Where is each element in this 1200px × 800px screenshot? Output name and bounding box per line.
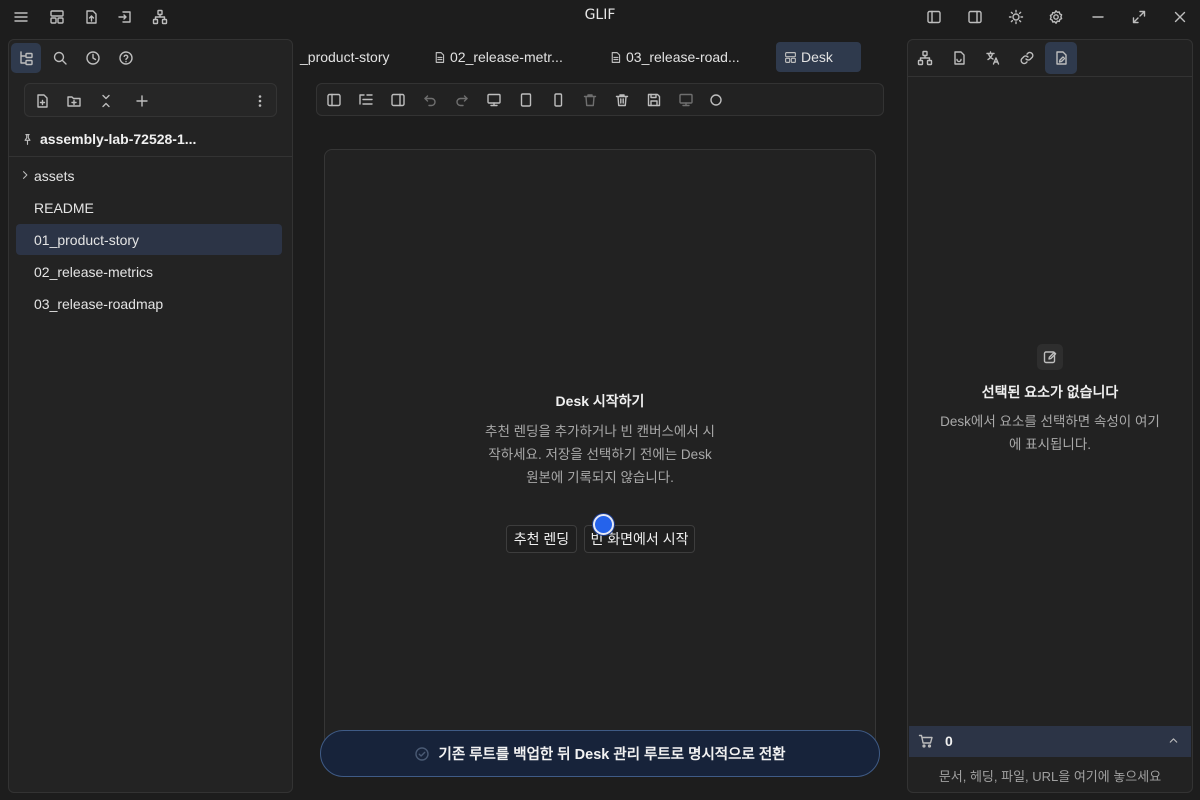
left-sidebar: assembly-lab-72528-1... assets README 01… <box>8 39 293 793</box>
document-icon <box>609 51 622 64</box>
tree-item-label: 02_release-metrics <box>34 263 154 280</box>
description-line: 에 표시됩니다. <box>1008 437 1092 452</box>
tree-item-label: README <box>34 199 94 216</box>
tree-item-01-product-story[interactable]: 01_product-story <box>16 224 282 255</box>
editor-toolbar <box>316 83 884 116</box>
split-icon[interactable] <box>390 92 406 108</box>
inspector-empty-description: Desk에서 요소를 선택하면 속성이 여기 에 표시됩니다. <box>930 410 1170 456</box>
tab-03-release-roadmap[interactable]: 03_release-road... <box>609 42 740 72</box>
tree-item-label: 03_release-roadmap <box>34 295 164 312</box>
maximize-icon[interactable] <box>1130 8 1148 26</box>
structure-icon <box>917 50 933 66</box>
redo-icon[interactable] <box>454 92 470 108</box>
structure-tab[interactable] <box>909 42 941 74</box>
cart-icon <box>918 733 934 749</box>
empty-state-description: 추천 렌딩을 추가하거나 빈 캔버스에서 시 작하세요. 저장을 선택하기 전에… <box>480 420 720 489</box>
description-line: 원본에 기록되지 않습니다. <box>526 470 674 485</box>
empty-state-title: Desk 시작하기 <box>555 393 645 409</box>
toast-notification: 기존 루트를 백업한 뒤 Desk 관리 루트로 명시적으로 전환 <box>320 730 880 777</box>
more-icon[interactable] <box>251 92 269 110</box>
file-tree-icon <box>18 50 34 66</box>
toast-message: 기존 루트를 백업한 뒤 Desk 관리 루트로 명시적으로 전환 <box>438 747 786 763</box>
inspector-tab[interactable] <box>1045 42 1077 74</box>
minimize-icon[interactable] <box>1089 8 1107 26</box>
new-file-icon[interactable] <box>33 92 51 110</box>
new-folder-icon[interactable] <box>65 92 83 110</box>
tree-item-03-release-roadmap[interactable]: 03_release-roadmap <box>16 288 282 319</box>
vault-name: assembly-lab-72528-1... <box>40 131 197 147</box>
desktop-icon[interactable] <box>486 92 502 108</box>
link-icon <box>1019 50 1035 66</box>
tab-desk[interactable]: Desk <box>776 42 861 72</box>
check-circle-icon <box>414 746 430 762</box>
divider <box>9 156 292 157</box>
trash-icon[interactable] <box>614 92 630 108</box>
file-tree-tab[interactable] <box>11 43 41 73</box>
tab-02-release-metrics[interactable]: 02_release-metr... <box>433 42 563 72</box>
search-tab[interactable] <box>45 43 75 73</box>
tab-label: _product-story <box>300 49 390 65</box>
toggle-right-sidebar-icon[interactable] <box>966 8 984 26</box>
translate-icon <box>985 50 1001 66</box>
title-bar: GLIF <box>0 0 1200 34</box>
edit-icon <box>1037 344 1063 370</box>
tree-item-readme[interactable]: README <box>16 192 282 223</box>
tree-item-label: assets <box>34 167 75 184</box>
outline-icon[interactable] <box>358 92 374 108</box>
help-icon <box>118 50 134 66</box>
close-icon[interactable] <box>1171 8 1189 26</box>
translate-tab[interactable] <box>977 42 1009 74</box>
collection-bar[interactable]: 0 <box>909 726 1191 757</box>
desk-icon <box>784 51 797 64</box>
desk-canvas[interactable]: Desk 시작하기 추천 렌딩을 추가하거나 빈 캔버스에서 시 작하세요. 저… <box>324 149 876 769</box>
cursor-indicator <box>593 514 614 535</box>
description-line: 작하세요. 저장을 선택하기 전에는 Desk <box>488 447 712 462</box>
collection-count: 0 <box>945 733 953 749</box>
vault-header[interactable]: assembly-lab-72528-1... <box>21 128 196 150</box>
divider <box>908 76 1192 77</box>
mobile-icon[interactable] <box>550 92 566 108</box>
tab-label: 02_release-metr... <box>450 49 563 65</box>
theme-icon[interactable] <box>1007 8 1025 26</box>
delete-icon[interactable] <box>582 92 598 108</box>
add-icon[interactable] <box>133 92 151 110</box>
save-icon[interactable] <box>646 92 662 108</box>
file-toolbar <box>24 83 277 117</box>
tab-01-product-story[interactable]: _product-story <box>300 42 389 72</box>
inspector-icon <box>1053 50 1069 66</box>
chevron-right-icon <box>19 169 31 181</box>
search-icon <box>52 50 68 66</box>
circle-icon[interactable] <box>708 92 724 108</box>
pin-icon <box>21 133 34 146</box>
history-tab[interactable] <box>78 43 108 73</box>
description-line: 추천 렌딩을 추가하거나 빈 캔버스에서 시 <box>485 424 715 439</box>
undo-icon[interactable] <box>422 92 438 108</box>
history-icon <box>85 50 101 66</box>
panel-icon[interactable] <box>326 92 342 108</box>
help-tab[interactable] <box>111 43 141 73</box>
tablet-icon[interactable] <box>518 92 534 108</box>
right-sidebar: 선택된 요소가 없습니다 Desk에서 요소를 선택하면 속성이 여기 에 표시… <box>907 39 1193 793</box>
tree-item-02-release-metrics[interactable]: 02_release-metrics <box>16 256 282 287</box>
chevron-up-icon[interactable] <box>1167 734 1180 747</box>
settings-icon[interactable] <box>1047 8 1065 26</box>
drop-zone-hint[interactable]: 문서, 헤딩, 파일, URL을 여기에 놓으세요 <box>908 766 1192 785</box>
toggle-left-sidebar-icon[interactable] <box>925 8 943 26</box>
collapse-all-icon[interactable] <box>97 92 115 110</box>
description-line: Desk에서 요소를 선택하면 속성이 여기 <box>940 414 1160 429</box>
link-tab[interactable] <box>1011 42 1043 74</box>
tree-item-label: 01_product-story <box>34 231 140 248</box>
document-icon <box>433 51 446 64</box>
inspector-empty-title: 선택된 요소가 없습니다 <box>981 384 1119 400</box>
recommended-landing-button[interactable]: 추천 렌딩 <box>506 525 577 553</box>
document-tab[interactable] <box>943 42 975 74</box>
tab-label: 03_release-road... <box>626 49 740 65</box>
tree-item-assets[interactable]: assets <box>16 160 282 191</box>
tab-label: Desk <box>801 49 833 65</box>
preview-icon[interactable] <box>678 92 694 108</box>
document-icon <box>951 50 967 66</box>
